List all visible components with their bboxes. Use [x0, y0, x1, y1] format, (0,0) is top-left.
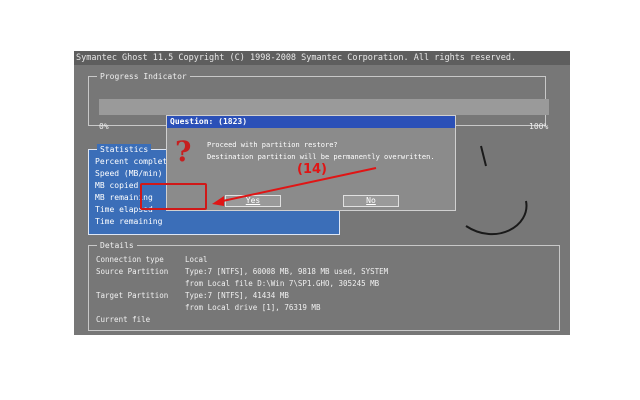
annotation-arrow	[212, 167, 377, 206]
